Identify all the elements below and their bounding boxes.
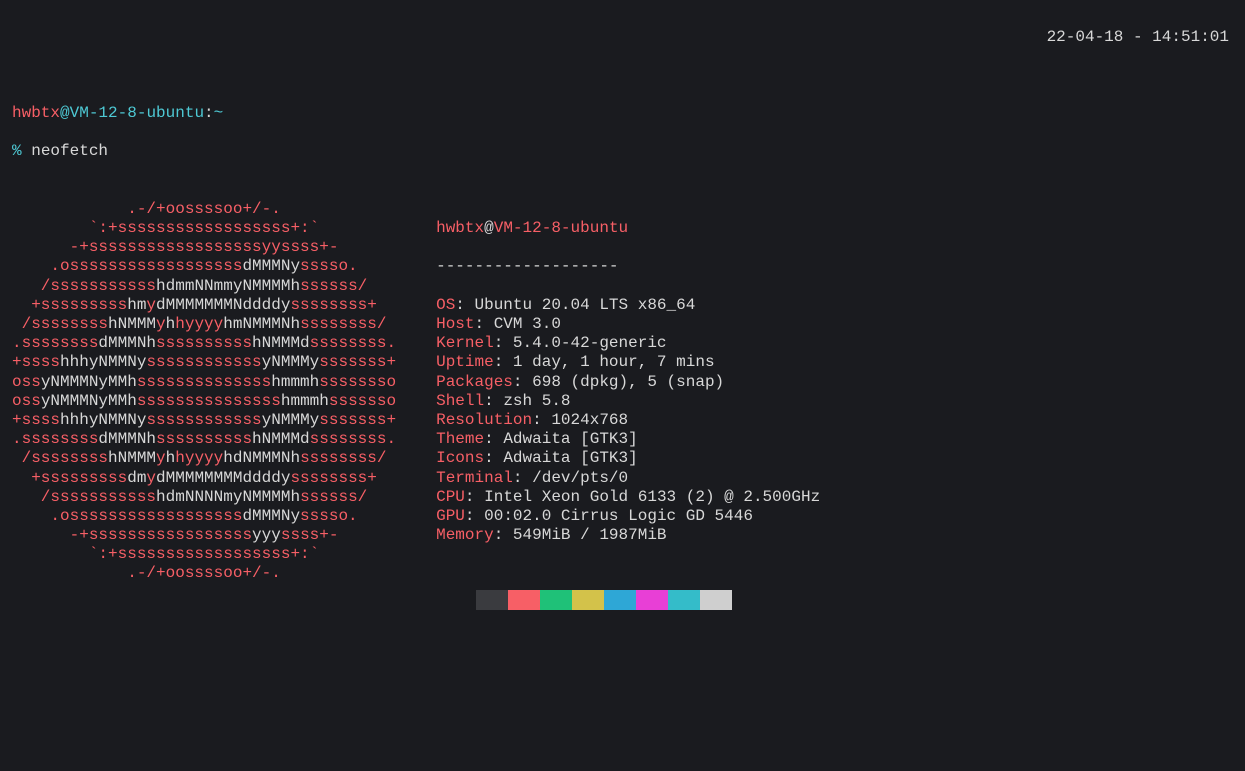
command-text[interactable]: neofetch	[31, 142, 108, 161]
info-row-gpu: GPU: 00:02.0 Cirrus Logic GD 5446	[436, 507, 820, 526]
logo-line: .ssssssssdMMMNhsssssssssshNMMMdssssssss.	[12, 334, 396, 353]
info-header: hwbtx@VM-12-8-ubuntu	[436, 219, 820, 238]
logo-line: `:+ssssssssssssssssss+:`	[12, 545, 396, 564]
info-block: hwbtx@VM-12-8-ubuntu -------------------…	[436, 200, 820, 648]
logo-line: ossyNMMMNyMMhsssssssssssssshmmmhssssssso	[12, 373, 396, 392]
info-row-terminal: Terminal: /dev/pts/0	[436, 469, 820, 488]
info-row-resolution: Resolution: 1024x768	[436, 411, 820, 430]
logo-line: -+ssssssssssssssssssyyssss+-	[12, 238, 396, 257]
logo-line: +sssssssssdmydMMMMMMMMddddyssssssss+	[12, 469, 396, 488]
logo-line: .ssssssssdMMMNhsssssssssshNMMMdssssssss.	[12, 430, 396, 449]
prompt-user: hwbtx	[12, 104, 60, 123]
info-row-memory: Memory: 549MiB / 1987MiB	[436, 526, 820, 545]
logo-line: +sssshhhyNMMNyssssssssssssyNMMMysssssss+	[12, 411, 396, 430]
logo-line: /sssssssshNMMMyhhyyyyhdNMMMNhssssssss/	[12, 449, 396, 468]
prompt-at: @	[60, 104, 70, 123]
info-row-uptime: Uptime: 1 day, 1 hour, 7 mins	[436, 353, 820, 372]
logo-line: .-/+oossssoo+/-.	[12, 564, 396, 583]
timestamp: 22-04-18 - 14:51:01	[1047, 28, 1229, 47]
logo-line: /ssssssssssshdmmNNmmyNMMMMhssssss/	[12, 277, 396, 296]
color-blocks	[436, 564, 820, 628]
prompt-symbol: %	[12, 142, 22, 161]
info-row-shell: Shell: zsh 5.8	[436, 392, 820, 411]
info-row-icons: Icons: Adwaita [GTK3]	[436, 449, 820, 468]
info-row-host: Host: CVM 3.0	[436, 315, 820, 334]
logo-line: `:+ssssssssssssssssss+:`	[12, 219, 396, 238]
info-separator: -------------------	[436, 257, 820, 276]
logo-line: .ossssssssssssssssssdMMMNysssso.	[12, 257, 396, 276]
logo-line: ossyNMMMNyMMhssssssssssssssshmmmhsssssso	[12, 392, 396, 411]
prompt-path: ~	[214, 104, 224, 123]
info-row-cpu: CPU: Intel Xeon Gold 6133 (2) @ 2.500GHz	[436, 488, 820, 507]
terminal-output: hwbtx@VM-12-8-ubuntu:~ % neofetch 22-04-…	[12, 85, 1233, 667]
logo-line: +ssssssssshmydMMMMMMMNddddyssssssss+	[12, 296, 396, 315]
info-row-os: OS: Ubuntu 20.04 LTS x86_64	[436, 296, 820, 315]
neofetch-output: .-/+oossssoo+/-. `:+ssssssssssssssssss+:…	[12, 200, 1233, 648]
logo-line: .ossssssssssssssssssdMMMNysssso.	[12, 507, 396, 526]
logo-line: +sssshhhyNMMNyssssssssssssyNMMMysssssss+	[12, 353, 396, 372]
logo-line: /sssssssshNMMMyhhyyyyhmNMMMNhssssssss/	[12, 315, 396, 334]
logo-line: -+sssssssssssssssssyyyssss+-	[12, 526, 396, 545]
ascii-logo: .-/+oossssoo+/-. `:+ssssssssssssssssss+:…	[12, 200, 396, 648]
info-row-theme: Theme: Adwaita [GTK3]	[436, 430, 820, 449]
info-row-packages: Packages: 698 (dpkg), 5 (snap)	[436, 373, 820, 392]
logo-line: .-/+oossssoo+/-.	[12, 200, 396, 219]
logo-line: /ssssssssssshdmNNNNmyNMMMMhssssss/	[12, 488, 396, 507]
prompt-line-2: % neofetch	[12, 142, 1233, 161]
prompt-host: VM-12-8-ubuntu	[70, 104, 204, 123]
prompt-line-1: hwbtx@VM-12-8-ubuntu:~	[12, 104, 1233, 123]
info-row-kernel: Kernel: 5.4.0-42-generic	[436, 334, 820, 353]
prompt-colon: :	[204, 104, 214, 123]
